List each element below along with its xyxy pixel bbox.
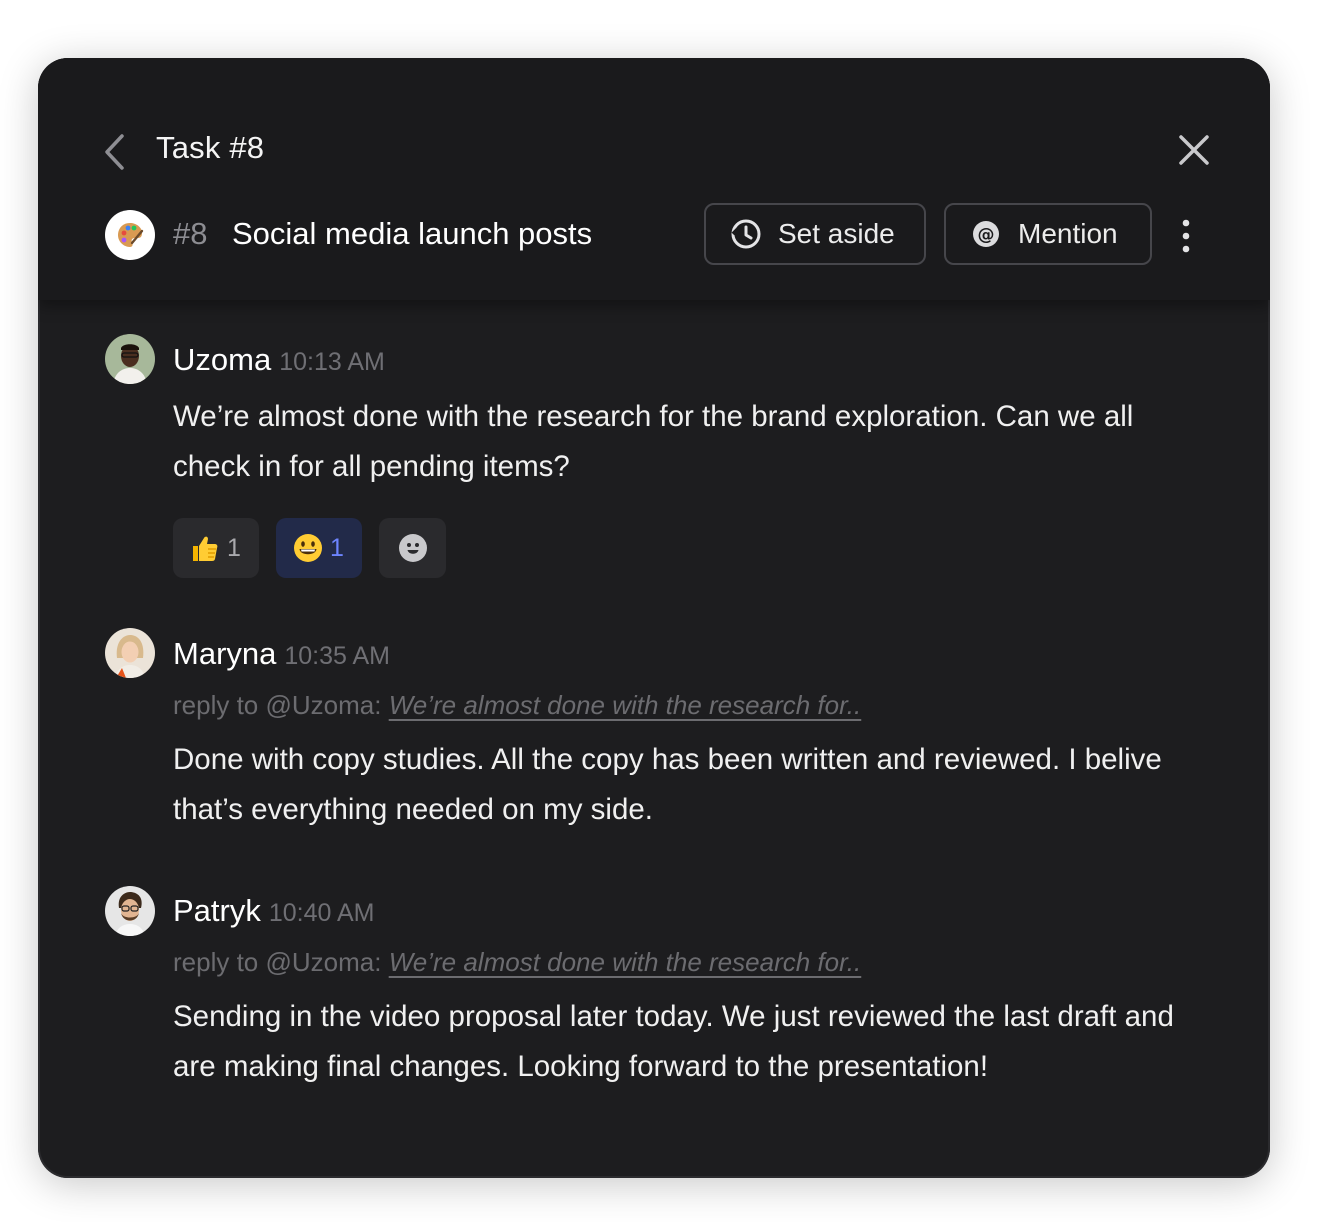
thread-title: Task #8 xyxy=(156,130,265,165)
svg-text:@: @ xyxy=(978,225,995,245)
close-icon xyxy=(1179,135,1209,165)
at-icon: @ xyxy=(970,218,1002,250)
reaction-count: 1 xyxy=(330,533,344,562)
author-name: Uzoma xyxy=(173,342,272,377)
back-button[interactable] xyxy=(98,132,132,172)
message-text: Sending in the video proposal later toda… xyxy=(173,1000,1174,1083)
add-reaction-button[interactable] xyxy=(379,518,446,578)
mention-label: Mention xyxy=(1018,218,1118,249)
message-author: Maryna 10:35 AM xyxy=(173,636,390,672)
author-name: Maryna xyxy=(173,636,277,671)
message-text: Done with copy studies. All the copy has… xyxy=(173,743,1162,826)
reply-prefix: reply to @Uzoma: xyxy=(173,690,389,720)
message-time: 10:35 AM xyxy=(284,642,391,670)
task-thread-panel: Task #8 #8 Social media launch posts Set… xyxy=(38,58,1270,1178)
author-name: Patryk xyxy=(173,893,261,928)
reaction-thumbs-up[interactable]: 1 xyxy=(173,518,259,578)
set-aside-label: Set aside xyxy=(778,218,895,249)
reply-reference: reply to @Uzoma: We’re almost done with … xyxy=(173,947,861,978)
reply-quote-link[interactable]: We’re almost done with the research for.… xyxy=(389,947,862,977)
avatar-uzoma[interactable] xyxy=(105,334,155,384)
reaction-grinning[interactable]: 1 xyxy=(276,518,362,578)
more-options-button[interactable] xyxy=(1174,216,1198,256)
thread-header: Task #8 #8 Social media launch posts Set… xyxy=(38,58,1270,300)
reply-prefix: reply to @Uzoma: xyxy=(173,947,389,977)
chevron-left-icon xyxy=(105,134,124,170)
task-avatar xyxy=(105,210,155,260)
message-time: 10:40 AM xyxy=(268,899,375,927)
task-name: Social media launch posts xyxy=(232,216,593,251)
palette-icon xyxy=(118,223,144,247)
close-button[interactable] xyxy=(1176,132,1212,168)
more-vertical-icon xyxy=(1182,219,1190,253)
avatar-patryk[interactable] xyxy=(105,886,155,936)
add-reaction-icon xyxy=(398,534,427,562)
message-author: Patryk 10:40 AM xyxy=(173,893,375,929)
reply-quote-link[interactable]: We’re almost done with the research for.… xyxy=(389,690,862,720)
mention-button[interactable]: @ Mention xyxy=(944,203,1152,265)
thumbs-up-icon xyxy=(189,532,221,564)
message-text: We’re almost done with the research for … xyxy=(173,400,1134,483)
reply-reference: reply to @Uzoma: We’re almost done with … xyxy=(173,690,861,721)
reaction-count: 1 xyxy=(227,533,241,562)
clock-icon xyxy=(730,218,762,250)
avatar-maryna[interactable] xyxy=(105,628,155,678)
set-aside-button[interactable]: Set aside xyxy=(704,203,926,265)
message-time: 10:13 AM xyxy=(279,348,385,376)
grinning-face-icon xyxy=(292,532,324,564)
message-author: Uzoma 10:13 AM xyxy=(173,342,385,378)
task-number: #8 xyxy=(173,216,208,251)
